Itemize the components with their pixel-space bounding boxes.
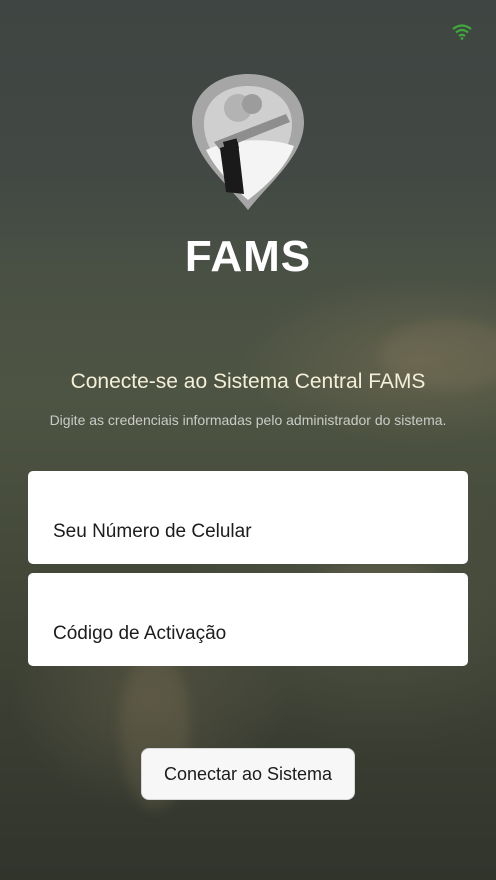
activation-code-placeholder: Código de Activação — [53, 623, 227, 644]
phone-number-field[interactable]: Seu Número de Celular — [28, 471, 468, 564]
fams-logo-icon — [192, 74, 304, 210]
wifi-icon — [452, 24, 472, 40]
connect-button[interactable]: Conectar ao Sistema — [141, 748, 355, 800]
brand-title: FAMS — [184, 232, 312, 281]
activation-code-field[interactable]: Código de Activação — [28, 573, 468, 666]
login-subtitle: Digite as credenciais informadas pelo ad… — [49, 412, 447, 428]
phone-number-placeholder: Seu Número de Celular — [53, 521, 252, 542]
login-headline: Conecte-se ao Sistema Central FAMS — [70, 370, 426, 393]
connect-button-label: Conectar ao Sistema — [163, 763, 333, 784]
